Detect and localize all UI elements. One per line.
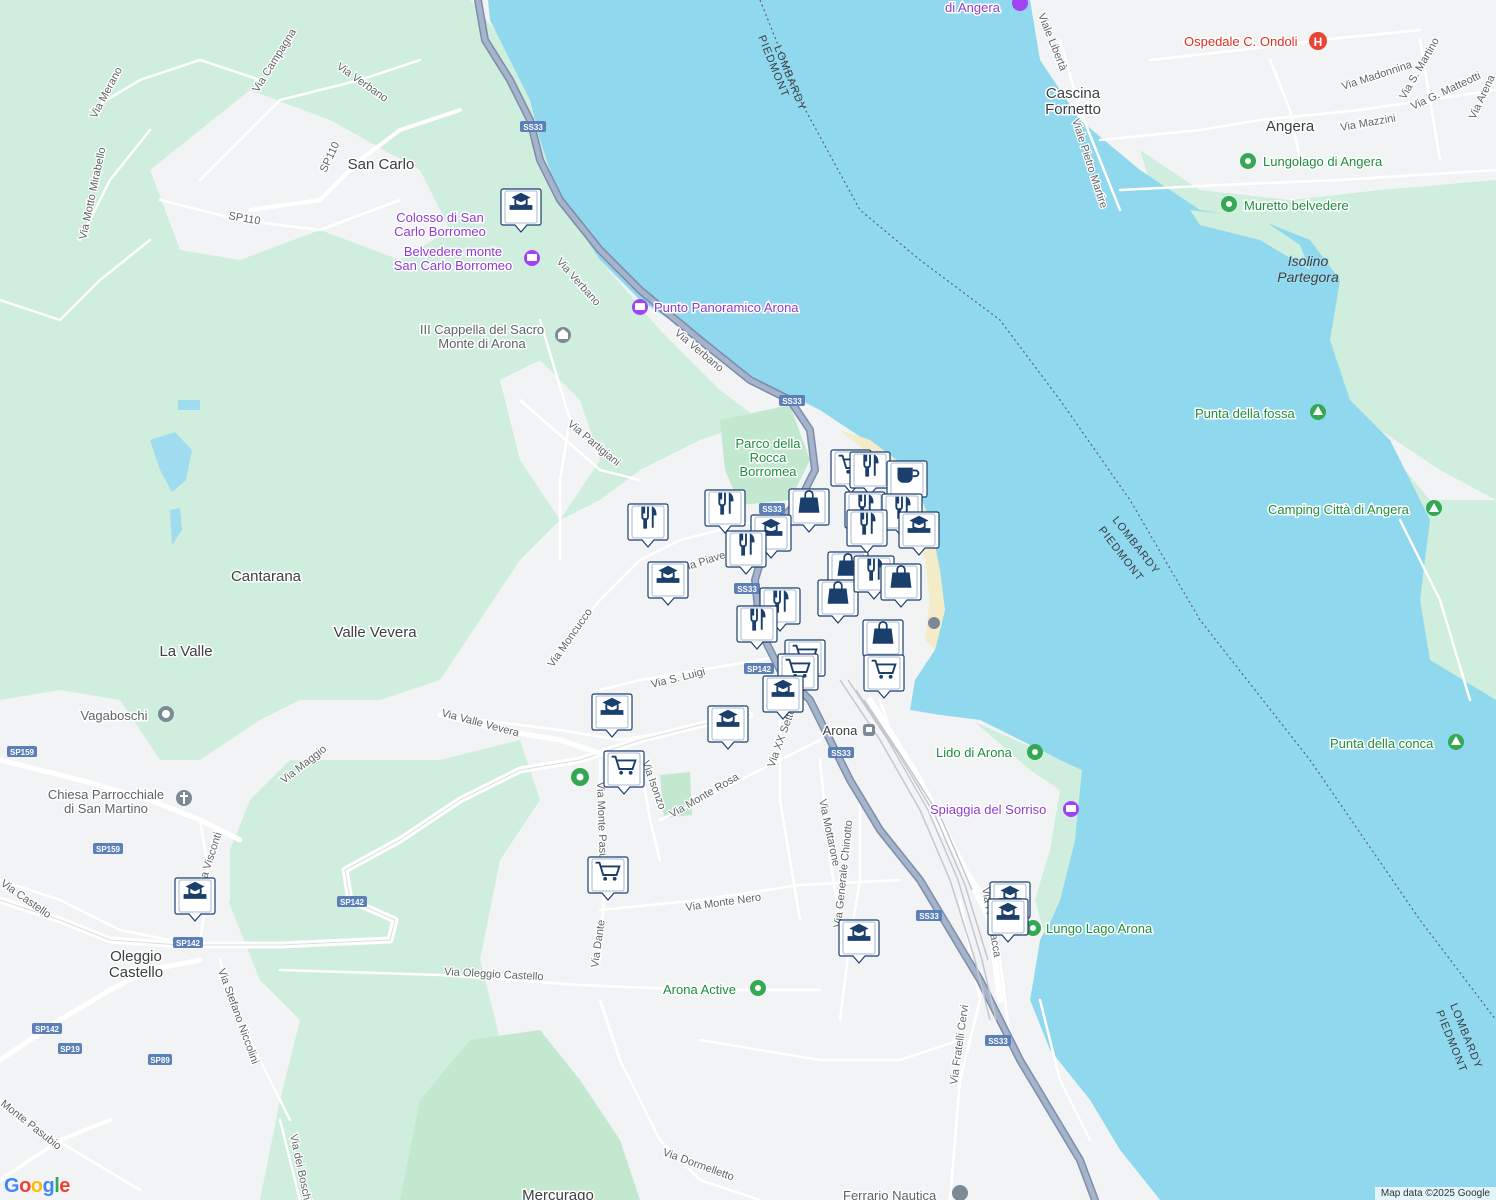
marker-bag-pin[interactable]	[817, 579, 859, 624]
place-label: Valle Vevera	[333, 624, 417, 641]
poi-station-arona[interactable]	[863, 724, 875, 736]
svg-text:III Cappella del Sacro: III Cappella del Sacro	[420, 322, 544, 337]
svg-text:Carlo Borromeo: Carlo Borromeo	[394, 224, 486, 239]
place-label: Fornetto	[1045, 101, 1101, 118]
map-attribution: Map data ©2025 Google	[1374, 1187, 1496, 1200]
svg-text:Lido di Arona: Lido di Arona	[936, 745, 1013, 760]
svg-text:SS33: SS33	[988, 1037, 1008, 1046]
svg-text:SS33: SS33	[762, 505, 782, 514]
marker-cart-pin[interactable]	[587, 856, 629, 901]
svg-text:Camping Città di Angera: Camping Città di Angera	[1268, 502, 1410, 517]
ferry-icon	[928, 617, 940, 629]
svg-text:di San Martino: di San Martino	[64, 801, 148, 816]
marker-restaurant-pin[interactable]	[627, 503, 669, 548]
marker-school-pin[interactable]	[591, 693, 633, 738]
svg-text:Spiaggia del Sorriso: Spiaggia del Sorriso	[930, 802, 1046, 817]
svg-text:Isolino: Isolino	[1288, 253, 1329, 269]
svg-text:Ospedale C. Ondoli: Ospedale C. Ondoli	[1184, 34, 1298, 49]
place-label: Cantarana	[231, 568, 302, 585]
poi-colosso[interactable]: Colosso di San Carlo Borromeo	[393, 209, 488, 241]
place-label: Mercurago	[522, 1187, 594, 1200]
marker-school-pin[interactable]	[762, 675, 804, 720]
svg-text:SS33: SS33	[523, 123, 543, 132]
marker-restaurant-pin[interactable]	[849, 451, 891, 496]
svg-text:Parco della: Parco della	[735, 436, 801, 451]
marker-cart-pin[interactable]	[603, 750, 645, 795]
svg-text:Ferrario Nautica: Ferrario Nautica	[843, 1188, 937, 1200]
marker-restaurant-pin[interactable]	[725, 530, 767, 575]
svg-text:Vagaboschi: Vagaboschi	[81, 708, 148, 723]
svg-text:Punto Panoramico Arona: Punto Panoramico Arona	[654, 300, 799, 315]
marker-restaurant-pin[interactable]	[846, 509, 888, 554]
svg-text:Punta della conca: Punta della conca	[1330, 736, 1434, 751]
svg-text:Chiesa Parrocchiale: Chiesa Parrocchiale	[48, 787, 164, 802]
map-canvas[interactable]: SS33 SS33 SS33 SS33 SS33 SP142 SP142 SP1…	[0, 0, 1496, 1200]
svg-text:SS33: SS33	[782, 397, 802, 406]
marker-school-pin[interactable]	[500, 188, 542, 233]
svg-text:H: H	[1314, 35, 1323, 49]
svg-text:Colosso di San: Colosso di San	[396, 210, 483, 225]
svg-text:Monte di Arona: Monte di Arona	[438, 336, 526, 351]
place-label: La Valle	[159, 643, 212, 660]
svg-text:SP142: SP142	[747, 665, 772, 674]
svg-text:SS33: SS33	[919, 912, 939, 921]
poi-punto-panoramico[interactable]: Punto Panoramico Arona	[632, 299, 801, 317]
svg-text:SP89: SP89	[150, 1056, 170, 1065]
marker-school-pin[interactable]	[898, 511, 940, 556]
svg-text:SS33: SS33	[737, 585, 757, 594]
svg-text:Lungolago di Angera: Lungolago di Angera	[1263, 154, 1383, 169]
svg-text:SP142: SP142	[340, 898, 365, 907]
marker-restaurant-pin[interactable]	[704, 489, 746, 534]
place-label: Oleggio	[110, 948, 162, 965]
marker-school-pin[interactable]	[707, 705, 749, 750]
svg-text:Rocca: Rocca	[750, 450, 788, 465]
svg-text:SS33: SS33	[831, 749, 851, 758]
svg-text:SP159: SP159	[10, 748, 35, 757]
place-label: Arona	[823, 723, 858, 738]
svg-text:San Carlo Borromeo: San Carlo Borromeo	[394, 258, 513, 273]
svg-text:di Angera: di Angera	[945, 0, 1001, 15]
svg-text:SP142: SP142	[176, 939, 201, 948]
marker-cart-pin[interactable]	[863, 654, 905, 699]
place-label: Castello	[109, 964, 163, 981]
marker-school-pin[interactable]	[838, 919, 880, 964]
svg-text:Belvedere monte: Belvedere monte	[404, 244, 502, 259]
marker-bag-pin[interactable]	[880, 563, 922, 608]
marker-school-pin[interactable]	[174, 877, 216, 922]
svg-text:Punta della fossa: Punta della fossa	[1195, 406, 1296, 421]
svg-text:SP159: SP159	[96, 845, 121, 854]
place-label: San Carlo	[348, 156, 415, 173]
svg-text:Partegora: Partegora	[1277, 269, 1339, 285]
pond	[178, 400, 200, 410]
svg-text:Muretto belvedere: Muretto belvedere	[1244, 198, 1349, 213]
place-label: Angera	[1266, 118, 1315, 135]
marker-bag-pin[interactable]	[788, 488, 830, 533]
marker-school-pin[interactable]	[647, 561, 689, 606]
place-label: Cascina	[1046, 85, 1101, 102]
google-logo: Google	[4, 1175, 71, 1198]
svg-text:Borromea: Borromea	[739, 464, 797, 479]
svg-text:Arona Active: Arona Active	[663, 982, 736, 997]
svg-text:Lungo Lago Arona: Lungo Lago Arona	[1046, 921, 1153, 936]
svg-text:SP19: SP19	[60, 1045, 80, 1054]
marker-restaurant-pin[interactable]	[736, 605, 778, 650]
marker-school-pin[interactable]	[987, 898, 1029, 943]
svg-text:SP142: SP142	[35, 1025, 60, 1034]
